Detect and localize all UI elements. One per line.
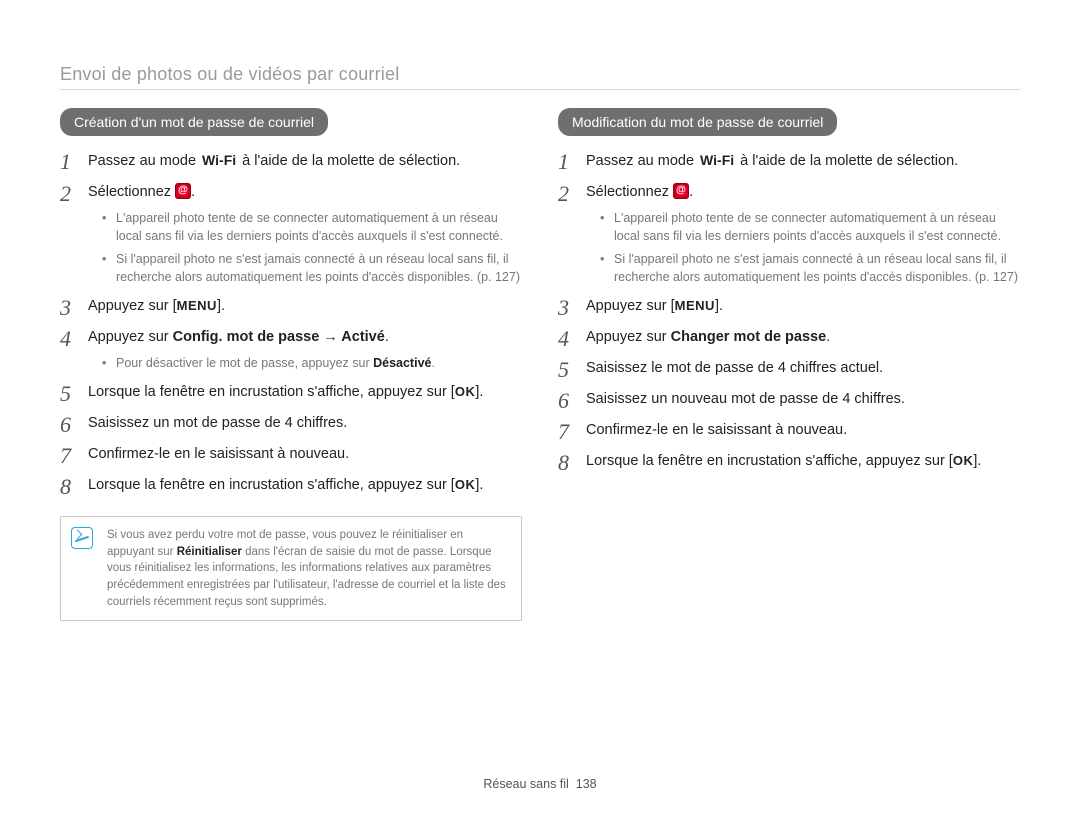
substep: Si l'appareil photo ne s'est jamais conn…: [600, 250, 1020, 286]
step-text: Lorsque la fenêtre en incrustation s'aff…: [586, 453, 953, 469]
substep: L'appareil photo tente de se connecter a…: [600, 209, 1020, 245]
menu-button-label: MENU: [177, 297, 217, 316]
substeps: L'appareil photo tente de se connecter a…: [102, 209, 522, 286]
step-text: Lorsque la fenêtre en incrustation s'aff…: [88, 384, 455, 400]
step-text: à l'aide de la molette de sélection.: [238, 153, 460, 169]
step-text: ].: [973, 453, 981, 469]
wifi-icon: Wi-Fi: [200, 150, 238, 170]
substeps: L'appareil photo tente de se connecter a…: [600, 209, 1020, 286]
step-text: .: [385, 329, 389, 345]
step-text: ].: [715, 298, 723, 314]
step-text: Appuyez sur [: [586, 298, 675, 314]
step-text: ].: [475, 384, 483, 400]
step: Appuyez sur [MENU].: [60, 296, 522, 317]
substep-text: .: [431, 356, 434, 370]
step-text: ].: [475, 477, 483, 493]
bold-term: Désactivé: [373, 356, 431, 370]
step: Sélectionnez . L'appareil photo tente de…: [558, 182, 1020, 286]
ok-button-label: OK: [455, 383, 476, 402]
bold-term: Réinitialiser: [177, 546, 242, 558]
note-box: Si vous avez perdu votre mot de passe, v…: [60, 516, 522, 621]
page-number: 138: [576, 777, 597, 791]
step-text: Passez au mode: [586, 153, 698, 169]
step-text: Passez au mode: [88, 153, 200, 169]
step: Lorsque la fenêtre en incrustation s'aff…: [60, 382, 522, 403]
section-heading-create-password: Création d'un mot de passe de courriel: [60, 108, 328, 136]
step-text: .: [191, 184, 195, 200]
footer-section: Réseau sans fil: [483, 777, 568, 791]
email-icon: [175, 183, 191, 199]
page-footer: Réseau sans fil 138: [0, 777, 1080, 791]
section-heading-modify-password: Modification du mot de passe de courriel: [558, 108, 837, 136]
step-text: .: [689, 184, 693, 200]
substep: Pour désactiver le mot de passe, appuyez…: [102, 354, 522, 372]
substep: L'appareil photo tente de se connecter a…: [102, 209, 522, 245]
menu-button-label: MENU: [675, 297, 715, 316]
step: Lorsque la fenêtre en incrustation s'aff…: [60, 475, 522, 496]
title-rule: [60, 89, 1020, 90]
step-text: Lorsque la fenêtre en incrustation s'aff…: [88, 477, 455, 493]
step: Passez au mode Wi-Fi à l'aide de la mole…: [60, 150, 522, 172]
step-text: Appuyez sur [: [88, 298, 177, 314]
content-columns: Création d'un mot de passe de courriel P…: [60, 108, 1020, 621]
ok-button-label: OK: [953, 452, 974, 471]
step: Appuyez sur Config. mot de passe → Activ…: [60, 327, 522, 372]
step: Lorsque la fenêtre en incrustation s'aff…: [558, 451, 1020, 472]
step-text: Sélectionnez: [88, 184, 175, 200]
substeps: Pour désactiver le mot de passe, appuyez…: [102, 354, 522, 372]
page-title: Envoi de photos ou de vidéos par courrie…: [60, 64, 1020, 85]
substep: Si l'appareil photo ne s'est jamais conn…: [102, 250, 522, 286]
bold-term: Config. mot de passe → Activé: [173, 329, 385, 345]
step: Confirmez-le en le saisissant à nouveau.: [60, 444, 522, 465]
step-text: Appuyez sur: [586, 329, 671, 345]
step: Appuyez sur Changer mot de passe.: [558, 327, 1020, 348]
step-text: à l'aide de la molette de sélection.: [736, 153, 958, 169]
step: Saisissez un mot de passe de 4 chiffres.: [60, 413, 522, 434]
wifi-icon: Wi-Fi: [698, 150, 736, 170]
column-left: Création d'un mot de passe de courriel P…: [60, 108, 522, 621]
ok-button-label: OK: [455, 476, 476, 495]
step: Passez au mode Wi-Fi à l'aide de la mole…: [558, 150, 1020, 172]
step: Confirmez-le en le saisissant à nouveau.: [558, 420, 1020, 441]
step-text: Sélectionnez: [586, 184, 673, 200]
step-text: Appuyez sur: [88, 329, 173, 345]
steps-create: Passez au mode Wi-Fi à l'aide de la mole…: [60, 150, 522, 496]
note-icon: [71, 527, 93, 549]
step: Sélectionnez . L'appareil photo tente de…: [60, 182, 522, 286]
manual-page: Envoi de photos ou de vidéos par courrie…: [0, 0, 1080, 815]
step-text: ].: [217, 298, 225, 314]
column-right: Modification du mot de passe de courriel…: [558, 108, 1020, 621]
steps-modify: Passez au mode Wi-Fi à l'aide de la mole…: [558, 150, 1020, 472]
step: Saisissez un nouveau mot de passe de 4 c…: [558, 389, 1020, 410]
bold-term: Changer mot de passe: [671, 329, 827, 345]
step: Appuyez sur [MENU].: [558, 296, 1020, 317]
substep-text: Pour désactiver le mot de passe, appuyez…: [116, 356, 373, 370]
note-text: Si vous avez perdu votre mot de passe, v…: [107, 527, 507, 610]
email-icon: [673, 183, 689, 199]
step: Saisissez le mot de passe de 4 chiffres …: [558, 358, 1020, 379]
step-text: .: [826, 329, 830, 345]
